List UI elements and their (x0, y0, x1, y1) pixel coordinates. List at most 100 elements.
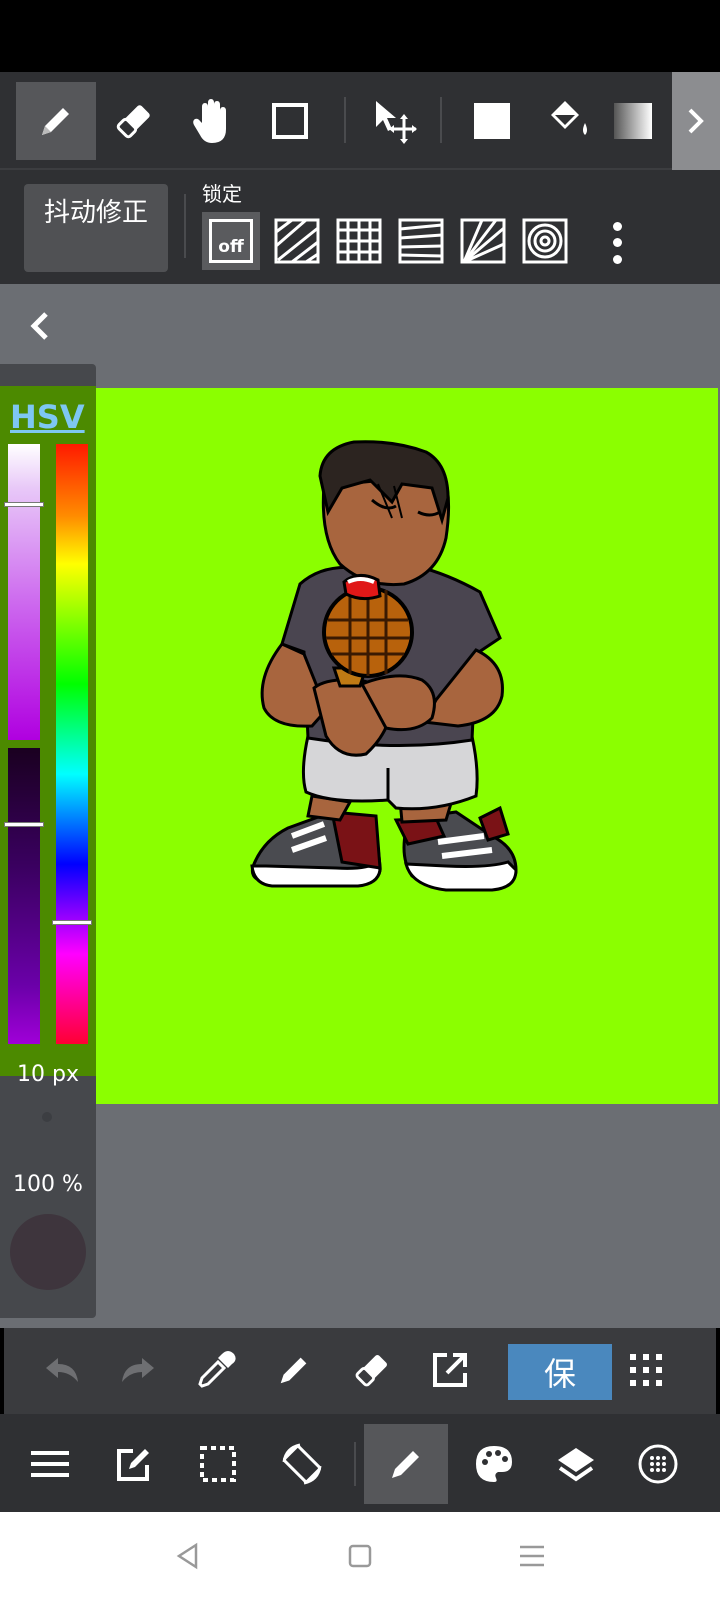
lock-radial-button[interactable] (454, 212, 512, 270)
pencil-icon (42, 108, 69, 135)
eraser-tool-button[interactable] (94, 82, 174, 160)
lock-perspective-button[interactable] (392, 212, 450, 270)
current-color-swatch[interactable] (10, 1214, 86, 1290)
drawing-workspace[interactable]: HSV 10 px 100 % (0, 284, 720, 1328)
rotate-screen-icon (282, 1443, 322, 1485)
export-button[interactable] (422, 1342, 478, 1398)
chevron-left-icon (30, 312, 48, 340)
redo-icon (122, 1358, 154, 1382)
parallel-lines-icon (274, 218, 320, 264)
concentric-circles-icon (522, 218, 568, 264)
chevron-right-icon (688, 108, 704, 134)
layers-button[interactable] (534, 1424, 618, 1504)
toolbar-divider (440, 97, 442, 143)
square-home-icon (348, 1544, 372, 1568)
brush-button[interactable] (364, 1424, 448, 1504)
color-mode-toggle[interactable]: HSV (10, 398, 86, 436)
drawing-canvas[interactable] (96, 388, 718, 1104)
toolbar-divider (184, 194, 186, 258)
kebab-dot (612, 238, 622, 248)
character-drawing (250, 440, 518, 892)
toolbar-scroll-next-button[interactable] (672, 72, 720, 170)
filled-square-icon (474, 103, 510, 139)
redo-button[interactable] (110, 1342, 166, 1398)
nav-recents-button[interactable] (508, 1532, 556, 1580)
collapse-panel-button[interactable] (24, 306, 56, 346)
lock-off-text: off (218, 237, 244, 257)
undo-icon (46, 1358, 78, 1382)
quick-eraser-button[interactable] (344, 1342, 400, 1398)
quick-pen-button[interactable] (266, 1342, 322, 1398)
layers-icon (558, 1448, 594, 1482)
more-grid-button[interactable] (618, 1342, 674, 1398)
move-cursor-icon (376, 101, 417, 144)
lock-concentric-button[interactable] (516, 212, 574, 270)
dashed-selection-icon (200, 1446, 236, 1482)
value-slider[interactable] (8, 748, 40, 1044)
lock-label: 锁定 (202, 182, 242, 206)
lines-recents-icon (520, 1545, 544, 1567)
bottom-toolbar (0, 1414, 720, 1512)
gradient-tool-button[interactable] (612, 82, 660, 160)
hue-slider-handle[interactable] (52, 920, 92, 925)
pencil-icon (280, 1357, 307, 1384)
rectangle-outline-icon (272, 103, 308, 139)
grid-icon (336, 218, 382, 264)
kebab-dot (612, 221, 622, 231)
saturation-slider[interactable] (8, 444, 40, 740)
more-options-button[interactable] (602, 218, 632, 268)
saturation-slider-handle[interactable] (4, 502, 44, 507)
toolbar-divider (344, 97, 346, 143)
tool-toolbar (0, 72, 720, 170)
edit-square-icon (117, 1449, 149, 1481)
status-bar (0, 0, 720, 72)
selection-button[interactable] (176, 1424, 260, 1504)
system-nav-bar (0, 1512, 720, 1600)
action-bar: 保 (4, 1328, 716, 1414)
hamburger-menu-icon (31, 1451, 69, 1477)
stabilizer-button[interactable]: 抖动修正 (24, 184, 168, 272)
gradient-icon (614, 103, 652, 139)
hand-tool-button[interactable] (172, 82, 252, 160)
hue-slider[interactable] (56, 444, 88, 1044)
pen-tool-button[interactable] (16, 82, 96, 160)
fill-rect-tool-button[interactable] (452, 82, 532, 160)
color-palette-button[interactable] (452, 1424, 536, 1504)
undo-button[interactable] (34, 1342, 90, 1398)
material-button[interactable] (616, 1424, 700, 1504)
opacity-label[interactable]: 100 % (0, 1172, 96, 1197)
radial-lines-icon (460, 218, 506, 264)
bucket-tool-button[interactable] (530, 82, 610, 160)
lock-off-button[interactable]: off (202, 212, 260, 270)
value-slider-handle[interactable] (4, 822, 44, 827)
dotted-circle-icon (638, 1444, 678, 1484)
kebab-dot (612, 255, 622, 265)
color-picker-area: HSV 10 px (0, 386, 96, 1087)
perspective-lines-icon (398, 218, 444, 264)
brush-size-preview (42, 1112, 52, 1122)
rectangle-tool-button[interactable] (250, 82, 330, 160)
nav-home-button[interactable] (336, 1532, 384, 1580)
pencil-icon (392, 1451, 419, 1478)
hand-icon (193, 99, 226, 143)
grid-dots-icon (630, 1354, 662, 1386)
stabilizer-bar: 抖动修正 锁定 off (0, 170, 720, 284)
paint-bucket-icon (551, 101, 587, 135)
eraser-icon (355, 1355, 387, 1387)
brush-size-label[interactable]: 10 px (0, 1062, 96, 1087)
edit-canvas-button[interactable] (92, 1424, 176, 1504)
eyedropper-button[interactable] (188, 1342, 244, 1398)
color-panel: HSV 10 px 100 % (0, 364, 96, 1318)
move-tool-button[interactable] (354, 82, 434, 160)
save-button[interactable]: 保 (508, 1344, 612, 1400)
nav-back-button[interactable] (164, 1532, 212, 1580)
rotate-canvas-button[interactable] (260, 1424, 344, 1504)
lock-off-icon: off (209, 219, 253, 263)
toolbar-divider (354, 1442, 356, 1486)
eyedropper-icon (198, 1351, 236, 1388)
menu-button[interactable] (8, 1424, 92, 1504)
lock-grid-button[interactable] (330, 212, 388, 270)
lock-parallel-button[interactable] (268, 212, 326, 270)
palette-icon (476, 1446, 512, 1482)
external-link-icon (433, 1353, 467, 1387)
